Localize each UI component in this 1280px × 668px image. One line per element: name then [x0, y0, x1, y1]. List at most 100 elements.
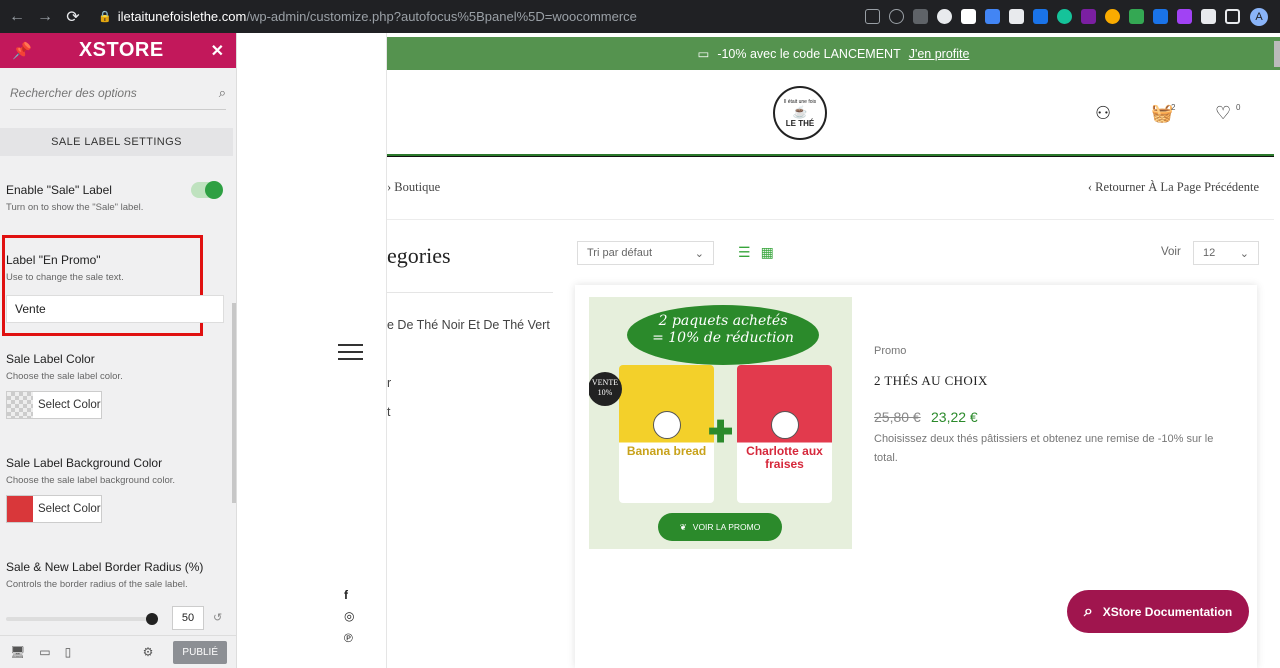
search-input[interactable]: [10, 85, 190, 100]
leaf-icon: ❦: [679, 521, 687, 532]
breadcrumb[interactable]: › Boutique: [387, 180, 440, 195]
radius-slider[interactable]: [6, 613, 158, 625]
banner-text: -10% avec le code LANCEMENT: [717, 46, 901, 61]
camera-icon[interactable]: [1009, 9, 1024, 24]
menu-icon[interactable]: [338, 344, 363, 365]
extension-icon[interactable]: [1129, 9, 1144, 24]
divider: [387, 219, 1274, 220]
sidebar-scrollbar[interactable]: [232, 303, 236, 503]
back-link[interactable]: ‹ Retourner À La Page Précédente: [1088, 180, 1259, 195]
extension-icon[interactable]: [937, 9, 952, 24]
en-promo-field: Label "En Promo" Use to change the sale …: [0, 253, 130, 283]
account-icon[interactable]: ⚇: [1095, 103, 1111, 124]
extension-icon[interactable]: [1153, 9, 1168, 24]
extension-icon[interactable]: [1105, 9, 1120, 24]
chevron-down-icon: ⌄: [694, 247, 704, 260]
options-search: ⌕: [10, 76, 226, 110]
field-description: Use to change the sale text.: [6, 272, 124, 283]
product-image[interactable]: 2 paquets achetés = 10% de réduction Ban…: [589, 297, 852, 549]
field-label: Sale Label Background Color: [6, 456, 163, 470]
publish-button[interactable]: PUBLIÉ: [173, 640, 227, 664]
xstore-logo: XSTORE: [78, 39, 164, 61]
sale-bg-color-button[interactable]: Select Color: [6, 495, 102, 523]
field-label: Label "En Promo": [6, 253, 101, 267]
sort-select[interactable]: Tri par défaut ⌄: [577, 241, 714, 265]
instagram-icon[interactable]: ◎: [344, 609, 354, 623]
promo-button[interactable]: ❦ VOIR LA PROMO: [658, 513, 782, 541]
reload-icon[interactable]: ⟳: [62, 7, 84, 27]
share-icon[interactable]: [865, 9, 880, 24]
pin-icon[interactable]: 📌: [12, 41, 32, 61]
product-category[interactable]: Promo: [874, 345, 906, 357]
bag-name: Banana bread: [626, 444, 707, 458]
field-label: Sale Label Color: [6, 352, 95, 366]
reset-icon[interactable]: ↺: [213, 611, 222, 624]
grid-view-icon[interactable]: ▦: [761, 244, 774, 261]
sale-badge: VENTE 10%: [589, 372, 622, 406]
forward-icon[interactable]: →: [34, 8, 56, 26]
star-icon[interactable]: [889, 9, 904, 24]
per-page-select[interactable]: 12 ⌄: [1193, 241, 1259, 265]
promo-line-1: 2 paquets achetés: [658, 313, 788, 329]
extension-icon[interactable]: [1177, 9, 1192, 24]
address-bar[interactable]: 🔒 iletaitunefoislethe.com/wp-admin/custo…: [98, 9, 865, 24]
promo-banner: ▭ -10% avec le code LANCEMENT J'en profi…: [387, 37, 1280, 70]
profile-avatar[interactable]: A: [1250, 7, 1268, 26]
product-title[interactable]: 2 THÉS AU CHOIX: [874, 373, 988, 389]
gear-icon[interactable]: ⚙: [143, 645, 154, 659]
documentation-button[interactable]: ⌕ XStore Documentation: [1067, 590, 1249, 633]
sale-color-button[interactable]: Select Color: [6, 391, 102, 419]
url-path: /wp-admin/customize.php?autofocus%5Bpane…: [246, 9, 637, 24]
field-description: Controls the border radius of the sale l…: [6, 579, 188, 590]
list-view-icon[interactable]: ☰: [738, 244, 751, 261]
logo-seal: [653, 411, 681, 439]
wishlist-count: 0: [1236, 103, 1241, 112]
mobile-icon[interactable]: ▯: [65, 645, 72, 659]
extension-icon[interactable]: [1033, 9, 1048, 24]
puzzle-icon[interactable]: [1201, 9, 1216, 24]
lock-icon: 🔒: [98, 11, 112, 23]
url-host: iletaitunefoislethe.com: [117, 9, 247, 24]
category-item[interactable]: r: [387, 376, 391, 390]
site-logo[interactable]: Il était une fois ☕ LE THÉ: [773, 86, 827, 140]
select-color-label: Select Color: [38, 399, 101, 411]
sale-price: 23,22 €: [931, 409, 978, 425]
extension-icon[interactable]: [913, 9, 928, 24]
cart-count: 2: [1171, 103, 1176, 112]
back-icon[interactable]: ←: [6, 8, 28, 26]
color-swatch: [7, 496, 33, 522]
divider: [387, 292, 553, 293]
promo-button-label: VOIR LA PROMO: [692, 522, 761, 532]
grammarly-icon[interactable]: [1057, 9, 1072, 24]
translate-icon[interactable]: [985, 9, 1000, 24]
ticket-icon: ▭: [697, 47, 710, 61]
wishlist-icon[interactable]: ♡: [1215, 103, 1231, 124]
chevron-down-icon: ⌄: [1239, 247, 1249, 260]
tablet-icon[interactable]: ▭: [39, 645, 50, 659]
search-icon[interactable]: ⌕: [219, 85, 226, 101]
pinterest-icon[interactable]: ℗: [344, 631, 353, 645]
desktop-icon[interactable]: 🖥: [10, 645, 25, 659]
sidebar-footer: 🖥 ▭ ▯ ⚙ PUBLIÉ: [0, 635, 236, 668]
category-item[interactable]: t: [387, 405, 390, 419]
field-label: Sale & New Label Border Radius (%): [6, 560, 204, 574]
extension-icon[interactable]: [1081, 9, 1096, 24]
banner-link[interactable]: J'en profite: [909, 47, 970, 61]
slider-handle[interactable]: [146, 613, 158, 625]
sidepanel-icon[interactable]: [1225, 9, 1240, 24]
page-scrollbar[interactable]: [1274, 41, 1280, 67]
extensions-area: [865, 9, 1240, 24]
sale-text-input[interactable]: Vente: [6, 295, 224, 323]
tea-bag-yellow: Banana bread: [619, 365, 714, 503]
plus-icon: ✚: [708, 416, 734, 449]
view-toggle: ☰ ▦: [738, 244, 774, 261]
enable-sale-toggle[interactable]: [191, 181, 223, 199]
close-icon[interactable]: ✕: [211, 41, 224, 61]
category-item[interactable]: e De Thé Noir Et De Thé Vert: [387, 318, 550, 332]
extension-icon[interactable]: [961, 9, 976, 24]
per-page-value: 12: [1203, 247, 1216, 259]
teacup-icon: ☕: [792, 104, 808, 119]
header-divider: [387, 154, 1274, 157]
radius-number-input[interactable]: 50: [172, 606, 204, 630]
facebook-icon[interactable]: f: [344, 588, 348, 602]
